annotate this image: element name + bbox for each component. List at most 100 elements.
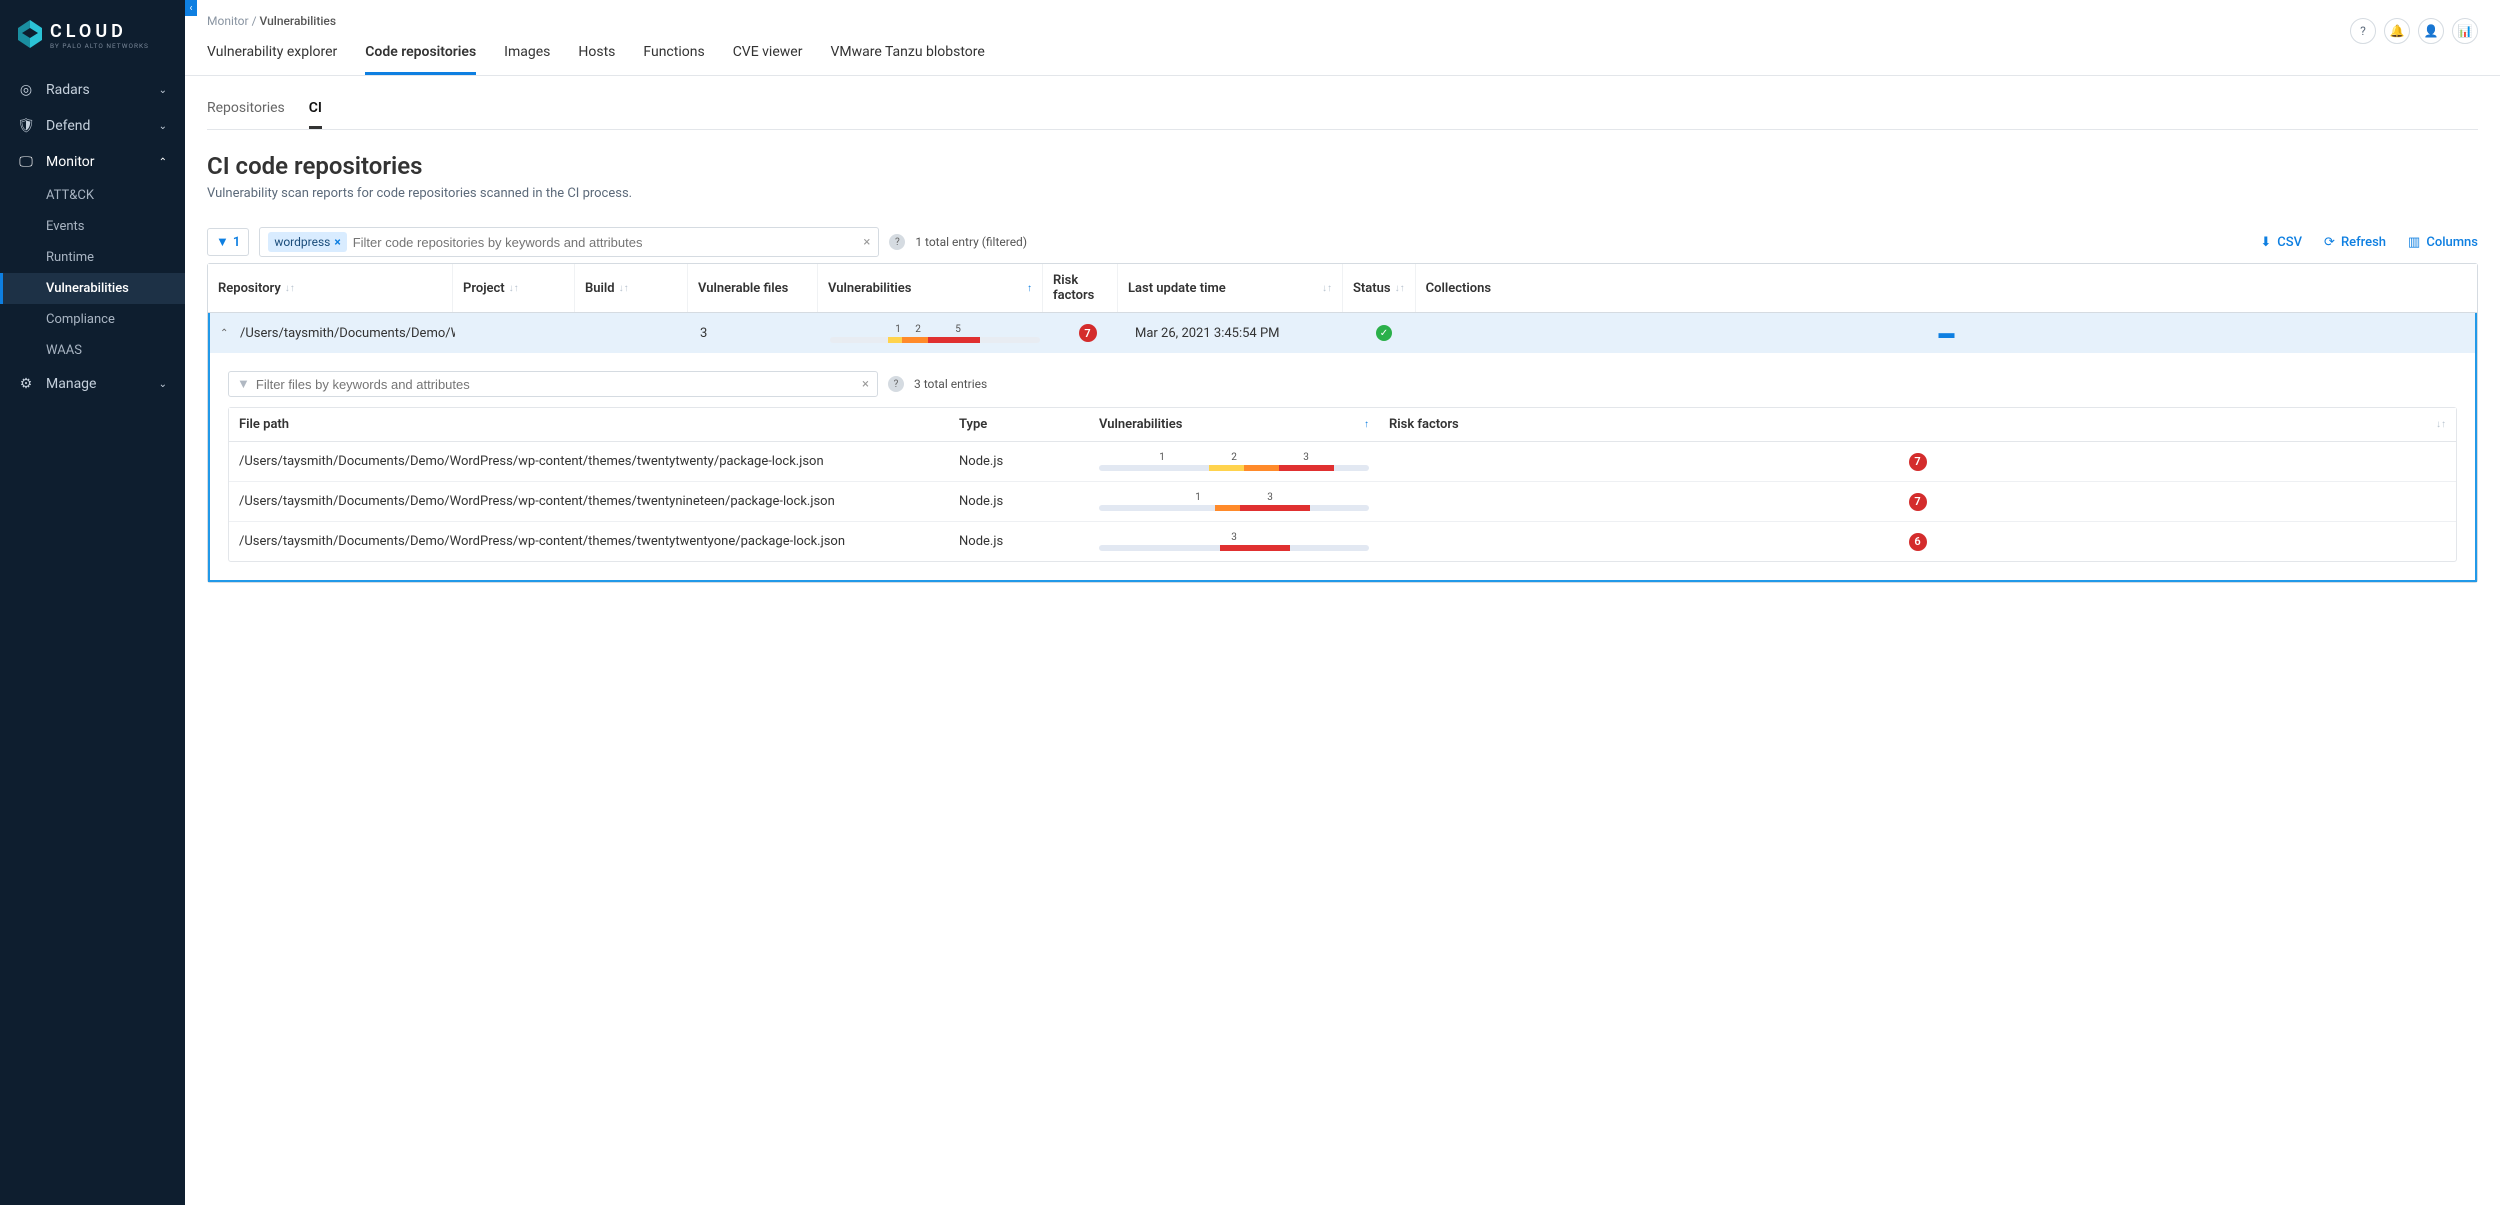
sidebar-item-events[interactable]: Events bbox=[0, 211, 185, 242]
clear-filter[interactable]: × bbox=[863, 235, 870, 250]
sidebar-item-vulnerabilities[interactable]: Vulnerabilities bbox=[0, 273, 185, 304]
sort-icon: ↓↑ bbox=[619, 283, 629, 294]
sidebar-collapse[interactable]: ‹ bbox=[185, 0, 197, 16]
nav: ◎ Radars ⌄ 🛡 Defend ⌄ 🖵 Monitor ⌃ ATT&CK… bbox=[0, 68, 185, 402]
col-repository[interactable]: Repository↓↑ bbox=[208, 264, 453, 312]
col-last-update[interactable]: Last update time↓↑ bbox=[1118, 264, 1343, 312]
sidebar-item-defend[interactable]: 🛡 Defend ⌄ bbox=[0, 108, 185, 144]
dcol-risk[interactable]: Risk factors↓↑ bbox=[1379, 408, 2456, 441]
sort-icon: ↓↑ bbox=[1322, 283, 1332, 294]
col-vulnerabilities[interactable]: Vulnerabilities↑ bbox=[818, 264, 1043, 312]
total-entries: 1 total entry (filtered) bbox=[915, 235, 1027, 249]
chevron-down-icon: ⌄ bbox=[159, 85, 167, 96]
cell-status: ✓ bbox=[1350, 315, 1418, 351]
chip-label: wordpress bbox=[274, 235, 330, 249]
sort-up-icon: ↑ bbox=[1027, 283, 1032, 294]
sidebar-item-label: Defend bbox=[46, 118, 90, 134]
sidebar-item-waas[interactable]: WAAS bbox=[0, 335, 185, 366]
breadcrumb-parent[interactable]: Monitor bbox=[207, 14, 249, 28]
filter-chip[interactable]: wordpress × bbox=[268, 232, 346, 252]
sidebar-item-monitor[interactable]: 🖵 Monitor ⌃ bbox=[0, 144, 185, 180]
filter-count-button[interactable]: ▼ 1 bbox=[207, 228, 249, 256]
chip-remove[interactable]: × bbox=[334, 235, 340, 249]
radar-icon: ◎ bbox=[18, 82, 34, 98]
col-build[interactable]: Build↓↑ bbox=[575, 264, 688, 312]
tab-cve-viewer[interactable]: CVE viewer bbox=[733, 38, 803, 75]
col-collections[interactable]: Collections bbox=[1416, 264, 2477, 312]
sub-tab-repositories[interactable]: Repositories bbox=[207, 96, 285, 129]
brand-tag: BY PALO ALTO NETWORKS bbox=[50, 42, 149, 50]
shield-icon: 🛡 bbox=[18, 118, 34, 134]
risk-badge: 7 bbox=[1909, 493, 1927, 511]
col-status[interactable]: Status↓↑ bbox=[1343, 264, 1416, 312]
sidebar-item-attack[interactable]: ATT&CK bbox=[0, 180, 185, 211]
filter-input-wrap[interactable]: wordpress × × bbox=[259, 227, 879, 257]
csv-button[interactable]: ⬇ CSV bbox=[2260, 235, 2302, 250]
col-risk-factors[interactable]: Risk factors bbox=[1043, 264, 1118, 312]
columns-button[interactable]: ▥ Columns bbox=[2408, 235, 2478, 250]
refresh-button[interactable]: ⟳ Refresh bbox=[2324, 235, 2386, 250]
content: Repositories CI CI code repositories Vul… bbox=[185, 76, 2500, 603]
filter-input[interactable] bbox=[353, 235, 858, 250]
chevron-down-icon: ⌄ bbox=[159, 121, 167, 132]
cell-vulnerable-files: 3 bbox=[690, 316, 820, 351]
refresh-icon: ⟳ bbox=[2324, 235, 2335, 250]
cell-collections: ▬ bbox=[1418, 313, 2475, 353]
sidebar-item-radars[interactable]: ◎ Radars ⌄ bbox=[0, 72, 185, 108]
cell-file-path: /Users/taysmith/Documents/Demo/WordPress… bbox=[229, 444, 949, 479]
cell-type: Node.js bbox=[949, 524, 1089, 559]
expanded-row: ⌃ /Users/taysmith/Documents/Demo/W... 3 … bbox=[208, 313, 2477, 582]
chevron-down-icon: ⌄ bbox=[159, 379, 167, 390]
sort-icon: ↓↑ bbox=[1395, 283, 1405, 294]
tab-hosts[interactable]: Hosts bbox=[578, 38, 615, 75]
cell-type: Node.js bbox=[949, 444, 1089, 479]
detail-filter-wrap[interactable]: ▼ × bbox=[228, 371, 878, 397]
tab-functions[interactable]: Functions bbox=[643, 38, 704, 75]
tab-code-repositories[interactable]: Code repositories bbox=[365, 38, 476, 75]
tab-vuln-explorer[interactable]: Vulnerability explorer bbox=[207, 38, 337, 75]
chart-icon[interactable]: 📊 bbox=[2452, 18, 2478, 44]
collections-dash[interactable]: ▬ bbox=[1939, 323, 1955, 343]
table-row[interactable]: ⌃ /Users/taysmith/Documents/Demo/W... 3 … bbox=[210, 313, 2475, 353]
monitor-icon: 🖵 bbox=[18, 154, 34, 170]
gear-icon: ⚙ bbox=[18, 376, 34, 392]
col-vulnerable-files[interactable]: Vulnerable files bbox=[688, 264, 818, 312]
cell-vulnerabilities: 1 2 5 bbox=[820, 314, 1050, 353]
sub-tab-ci[interactable]: CI bbox=[309, 96, 322, 129]
filter-help-icon[interactable]: ? bbox=[889, 234, 905, 250]
sidebar-item-compliance[interactable]: Compliance bbox=[0, 304, 185, 335]
dcol-type[interactable]: Type bbox=[949, 408, 1089, 441]
sidebar-item-label: Manage bbox=[46, 376, 96, 392]
help-icon[interactable]: ? bbox=[2350, 18, 2376, 44]
dcol-file-path[interactable]: File path bbox=[229, 408, 949, 441]
detail-table-row[interactable]: /Users/taysmith/Documents/Demo/WordPress… bbox=[229, 482, 2456, 522]
row-detail: ▼ × ? 3 total entries File path Type bbox=[210, 353, 2475, 580]
bell-icon[interactable]: 🔔 bbox=[2384, 18, 2410, 44]
detail-help-icon[interactable]: ? bbox=[888, 376, 904, 392]
sidebar-item-runtime[interactable]: Runtime bbox=[0, 242, 185, 273]
breadcrumb-current: Vulnerabilities bbox=[260, 14, 337, 28]
sidebar-item-manage[interactable]: ⚙ Manage ⌄ bbox=[0, 366, 185, 402]
dcol-vulnerabilities[interactable]: Vulnerabilities↑ bbox=[1089, 408, 1379, 441]
row-collapse-caret[interactable]: ⌃ bbox=[210, 318, 230, 349]
tab-tanzu[interactable]: VMware Tanzu blobstore bbox=[830, 38, 984, 75]
sort-icon: ↓↑ bbox=[2436, 419, 2446, 430]
sort-icon: ↓↑ bbox=[285, 283, 295, 294]
logo-icon bbox=[18, 20, 42, 50]
col-project[interactable]: Project↓↑ bbox=[453, 264, 575, 312]
table-header: Repository↓↑ Project↓↑ Build↓↑ Vulnerabl… bbox=[208, 264, 2477, 313]
monitor-subnav: ATT&CK Events Runtime Vulnerabilities Co… bbox=[0, 180, 185, 366]
detail-table-header: File path Type Vulnerabilities↑ Risk fac… bbox=[229, 408, 2456, 442]
detail-table-row[interactable]: /Users/taysmith/Documents/Demo/WordPress… bbox=[229, 522, 2456, 561]
cell-vulns: 123 bbox=[1089, 442, 1379, 481]
detail-table-row[interactable]: /Users/taysmith/Documents/Demo/WordPress… bbox=[229, 442, 2456, 482]
detail-filter-input[interactable] bbox=[256, 377, 856, 392]
tab-images[interactable]: Images bbox=[504, 38, 550, 75]
funnel-icon: ▼ bbox=[237, 376, 250, 392]
cell-time: Mar 26, 2021 3:45:54 PM bbox=[1125, 316, 1350, 351]
refresh-label: Refresh bbox=[2341, 235, 2386, 250]
toolbar: ▼ 1 wordpress × × ? 1 total entry (filte… bbox=[207, 227, 2478, 257]
detail-clear-filter[interactable]: × bbox=[862, 377, 869, 392]
risk-badge: 7 bbox=[1079, 324, 1097, 342]
user-icon[interactable]: 👤 bbox=[2418, 18, 2444, 44]
